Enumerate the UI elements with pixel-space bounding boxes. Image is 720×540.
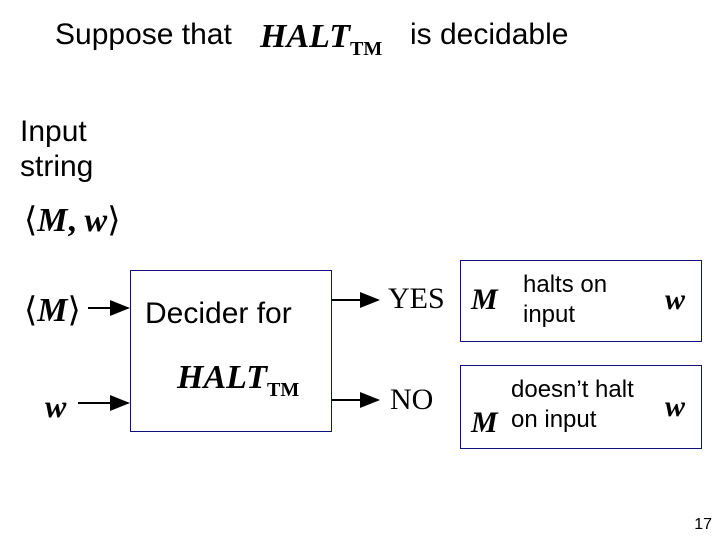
no-label: NO [390, 383, 433, 417]
decider-halt-sub: TM [267, 379, 299, 401]
no-w: w [665, 390, 685, 424]
yes-w: w [665, 283, 685, 317]
decider-line1: Decider for [145, 297, 292, 330]
yes-label: YES [388, 282, 445, 316]
no-line1: doesn’t halt [511, 376, 634, 404]
no-M: M [471, 406, 498, 440]
decider-halt-word: HALT [177, 359, 267, 396]
decider-halt: HALTTM [177, 359, 299, 402]
yes-line1: halts on [523, 271, 607, 299]
no-box: M doesn’t halt on input w [460, 365, 702, 449]
page-number: 17 [694, 516, 712, 534]
decider-box: Decider for HALTTM [130, 270, 332, 432]
no-line2: on input [511, 406, 596, 434]
yes-M: M [471, 283, 498, 317]
yes-box: M halts on input w [460, 260, 702, 342]
yes-line2: input [523, 301, 575, 329]
